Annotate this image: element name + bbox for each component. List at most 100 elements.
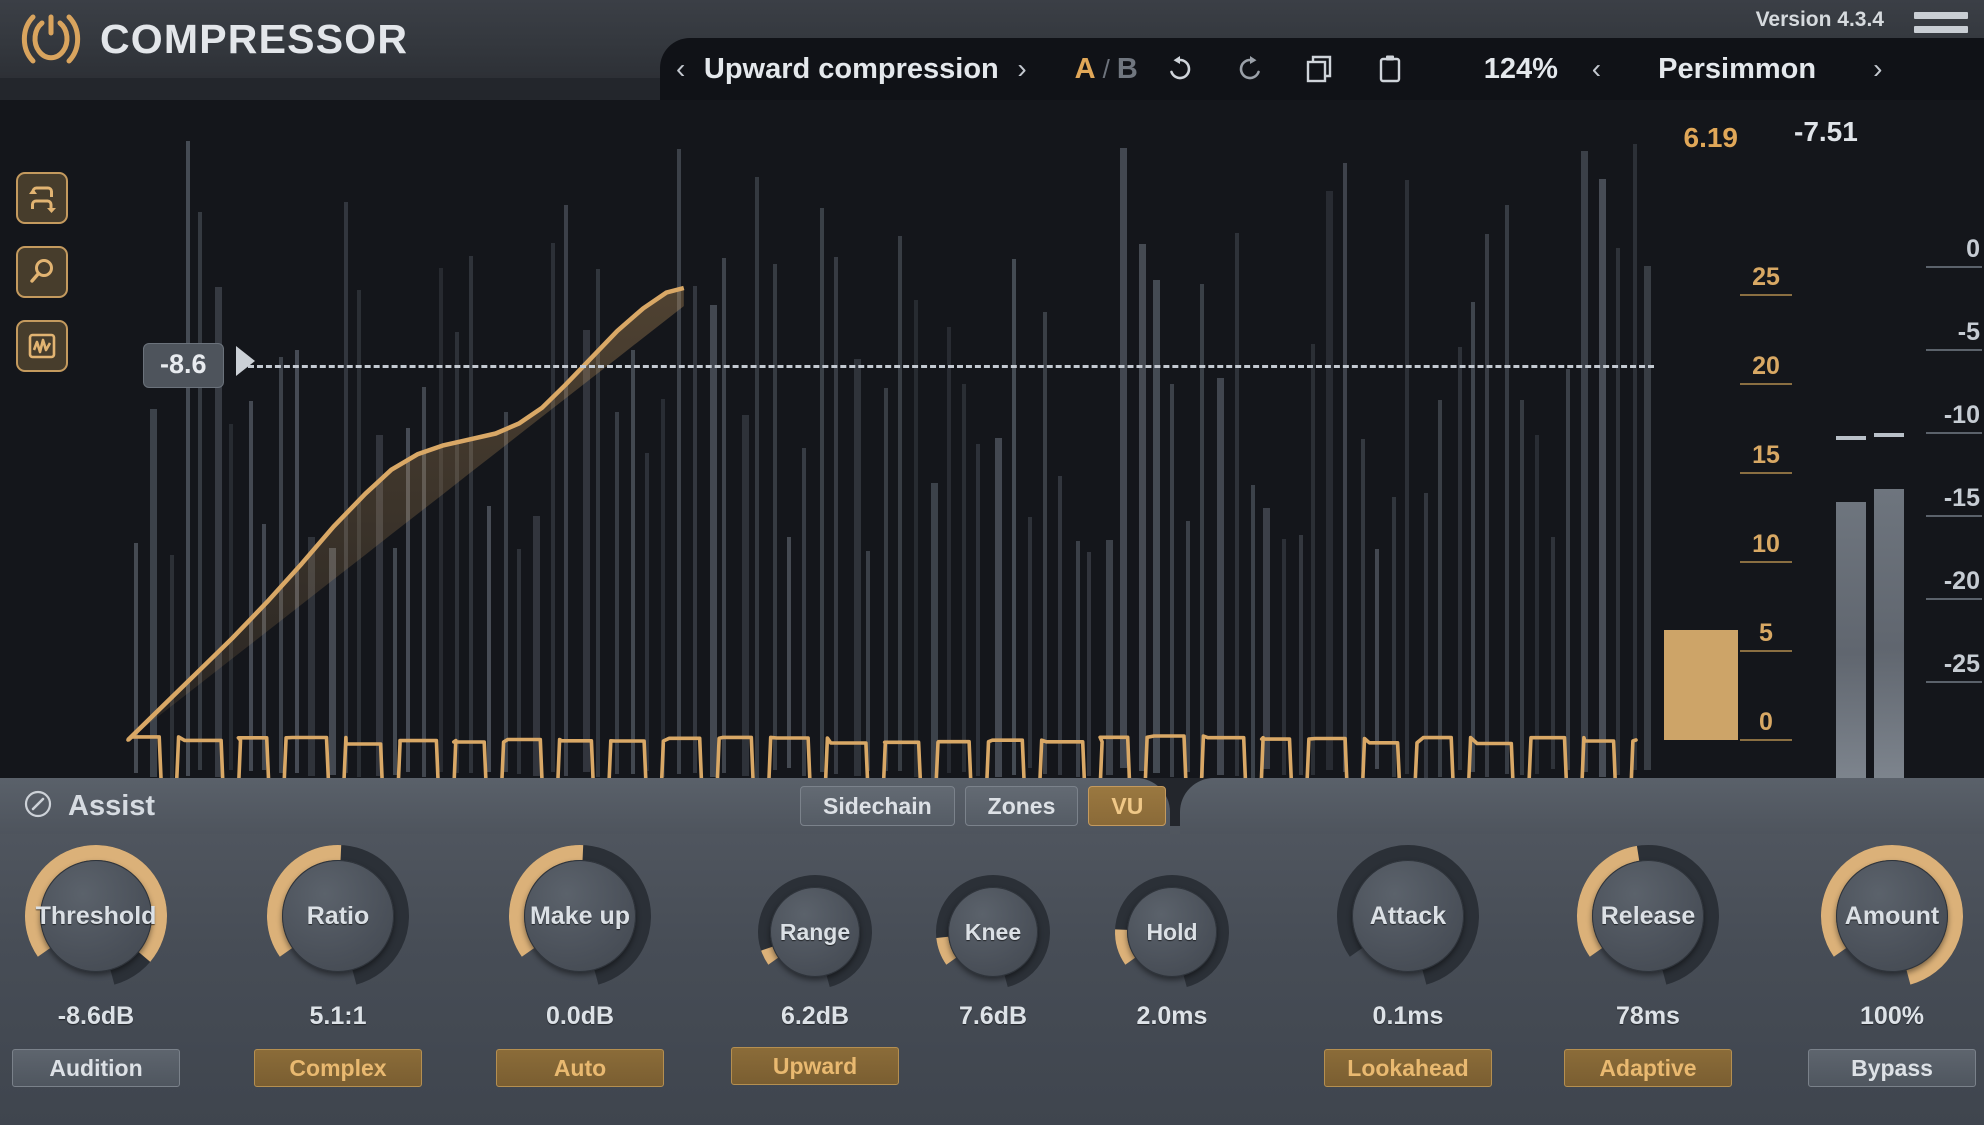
knob-value: 6.2dB [780, 1002, 850, 1030]
knob-label: Make up [529, 901, 631, 930]
knob-value: 7.6dB [958, 1002, 1028, 1030]
output-meter: -7.51 0 -5 -10 -15 -20 -25 [1784, 100, 1984, 778]
knob-face[interactable]: Attack [1352, 860, 1464, 972]
compass-icon [22, 788, 54, 825]
theme-name[interactable]: Persimmon [1617, 53, 1857, 86]
knob-release[interactable]: Release [1576, 844, 1720, 988]
tab-sidechain[interactable]: Sidechain [800, 786, 955, 826]
knob-row: Threshold -8.6dB Audition Ratio 5.1:1 Complex… [0, 826, 1984, 1125]
knob-cell-release: Release 78ms Adaptive [1538, 844, 1758, 1087]
assist-label: Assist [68, 790, 156, 822]
output-tick-label: -20 [1926, 567, 1982, 600]
toggle-upward[interactable]: Upward [731, 1047, 899, 1085]
knob-cell-attack: Attack 0.1ms Lookahead [1298, 844, 1518, 1087]
knob-label: Threshold [35, 901, 157, 930]
display-tools [16, 172, 68, 372]
gain-reduction-meter: 6.19 25 20 15 10 5 0 [1654, 100, 1792, 778]
ab-b-button[interactable]: B [1117, 53, 1138, 86]
display-footer-strip: Assist Sidechain Zones VU [0, 770, 1984, 834]
knob-label: Amount [1844, 901, 1940, 930]
knob-cell-threshold: Threshold -8.6dB Audition [0, 844, 206, 1087]
output-tick-label: 0 [1926, 235, 1982, 268]
knob-knee[interactable]: Knee [935, 874, 1051, 990]
knob-range[interactable]: Range [757, 874, 873, 990]
brand: COMPRESSOR [20, 4, 408, 74]
tab-vu[interactable]: VU [1088, 786, 1167, 826]
toggle-audition[interactable]: Audition [12, 1049, 180, 1087]
output-tick-label: -10 [1926, 401, 1982, 434]
knob-face[interactable]: Ratio [282, 860, 394, 972]
output-peak-left [1836, 436, 1866, 441]
next-preset-button[interactable]: › [1001, 55, 1042, 83]
knob-cell-make-up: Make up 0.0dB Auto [470, 844, 690, 1087]
magnifier-icon[interactable] [16, 246, 68, 298]
knob-face[interactable]: Release [1592, 860, 1704, 972]
knob-value: 0.1ms [1372, 1002, 1444, 1030]
ab-compare: A / B [1075, 53, 1138, 86]
knob-value: 0.0dB [545, 1002, 615, 1030]
toggle-lookahead[interactable]: Lookahead [1324, 1049, 1492, 1087]
controls-panel: Threshold -8.6dB Audition Ratio 5.1:1 Complex… [0, 826, 1984, 1125]
knob-label: Ratio [306, 901, 370, 930]
knob-label: Knee [964, 918, 1022, 945]
output-meter-right [1874, 489, 1904, 778]
knob-label: Range [779, 918, 851, 945]
paste-icon[interactable] [1362, 47, 1418, 91]
knob-value: 5.1:1 [309, 1002, 367, 1030]
knob-cell-ratio: Ratio 5.1:1 Complex [228, 844, 448, 1087]
power-wave-icon [20, 11, 82, 67]
next-theme-button[interactable]: › [1857, 55, 1898, 83]
knob-label: Release [1600, 901, 1696, 930]
strip-right-bg [1180, 778, 1984, 834]
prev-preset-button[interactable]: ‹ [660, 55, 701, 83]
knob-cell-amount: Amount 100% Bypass [1782, 844, 1984, 1087]
plugin-window: COMPRESSOR Version 4.3.4 ‹ Upward compre… [0, 0, 1984, 1125]
zoom-level[interactable]: 124% [1466, 53, 1576, 86]
knob-value: 2.0ms [1136, 1002, 1208, 1030]
output-peak-right [1874, 432, 1904, 437]
knob-face[interactable]: Knee [948, 887, 1038, 977]
output-tick-label: -5 [1926, 318, 1982, 351]
toggle-adaptive[interactable]: Adaptive [1564, 1049, 1732, 1087]
knob-ratio[interactable]: Ratio [266, 844, 410, 988]
knob-face[interactable]: Amount [1836, 860, 1948, 972]
knob-make-up[interactable]: Make up [508, 844, 652, 988]
view-tabs: Sidechain Zones VU [800, 786, 1167, 826]
tab-zones[interactable]: Zones [964, 786, 1079, 826]
preset-name[interactable]: Upward compression [701, 53, 1001, 86]
threshold-readout[interactable]: -8.6 [143, 343, 224, 388]
knob-face[interactable]: Make up [524, 860, 636, 972]
output-tick-label: -15 [1926, 484, 1982, 517]
ab-a-button[interactable]: A [1075, 53, 1096, 86]
knob-amount[interactable]: Amount [1820, 844, 1964, 988]
prev-theme-button[interactable]: ‹ [1576, 55, 1617, 83]
redo-icon[interactable] [1222, 47, 1278, 91]
output-meter-scale: 0 -5 -10 -15 -20 -25 [1922, 100, 1982, 778]
toggle-auto[interactable]: Auto [496, 1049, 664, 1087]
toggle-complex[interactable]: Complex [254, 1049, 422, 1087]
knob-face[interactable]: Hold [1127, 887, 1217, 977]
assist-button[interactable]: Assist [22, 788, 155, 825]
knob-threshold[interactable]: Threshold [24, 844, 168, 988]
main-display[interactable]: -8.6 6.19 25 20 15 10 5 0 -7.51 0 -5 -10… [0, 100, 1984, 778]
knob-value: -8.6dB [57, 1002, 135, 1030]
undo-icon[interactable] [1152, 47, 1208, 91]
triangle-right-icon[interactable] [236, 346, 255, 376]
loop-icon[interactable] [16, 172, 68, 224]
knob-cell-hold: Hold 2.0ms [1062, 874, 1282, 1031]
output-meter-left [1836, 502, 1866, 778]
knob-label: Hold [1146, 918, 1198, 945]
threshold-line [248, 365, 1654, 368]
waveform-icon[interactable] [16, 320, 68, 372]
knob-face[interactable]: Threshold [36, 860, 156, 972]
knob-attack[interactable]: Attack [1336, 844, 1480, 988]
knob-value: 100% [1860, 1002, 1924, 1030]
gain-reduction-readout: 6.19 [1683, 122, 1739, 153]
page-title: COMPRESSOR [100, 15, 409, 62]
copy-icon[interactable] [1292, 47, 1348, 91]
version-label: Version 4.3.4 [1755, 8, 1884, 31]
toggle-bypass[interactable]: Bypass [1808, 1049, 1976, 1087]
knob-face[interactable]: Range [770, 887, 860, 977]
knob-hold[interactable]: Hold [1114, 874, 1230, 990]
gain-reduction-scale: 25 20 15 10 5 0 [1732, 100, 1792, 778]
